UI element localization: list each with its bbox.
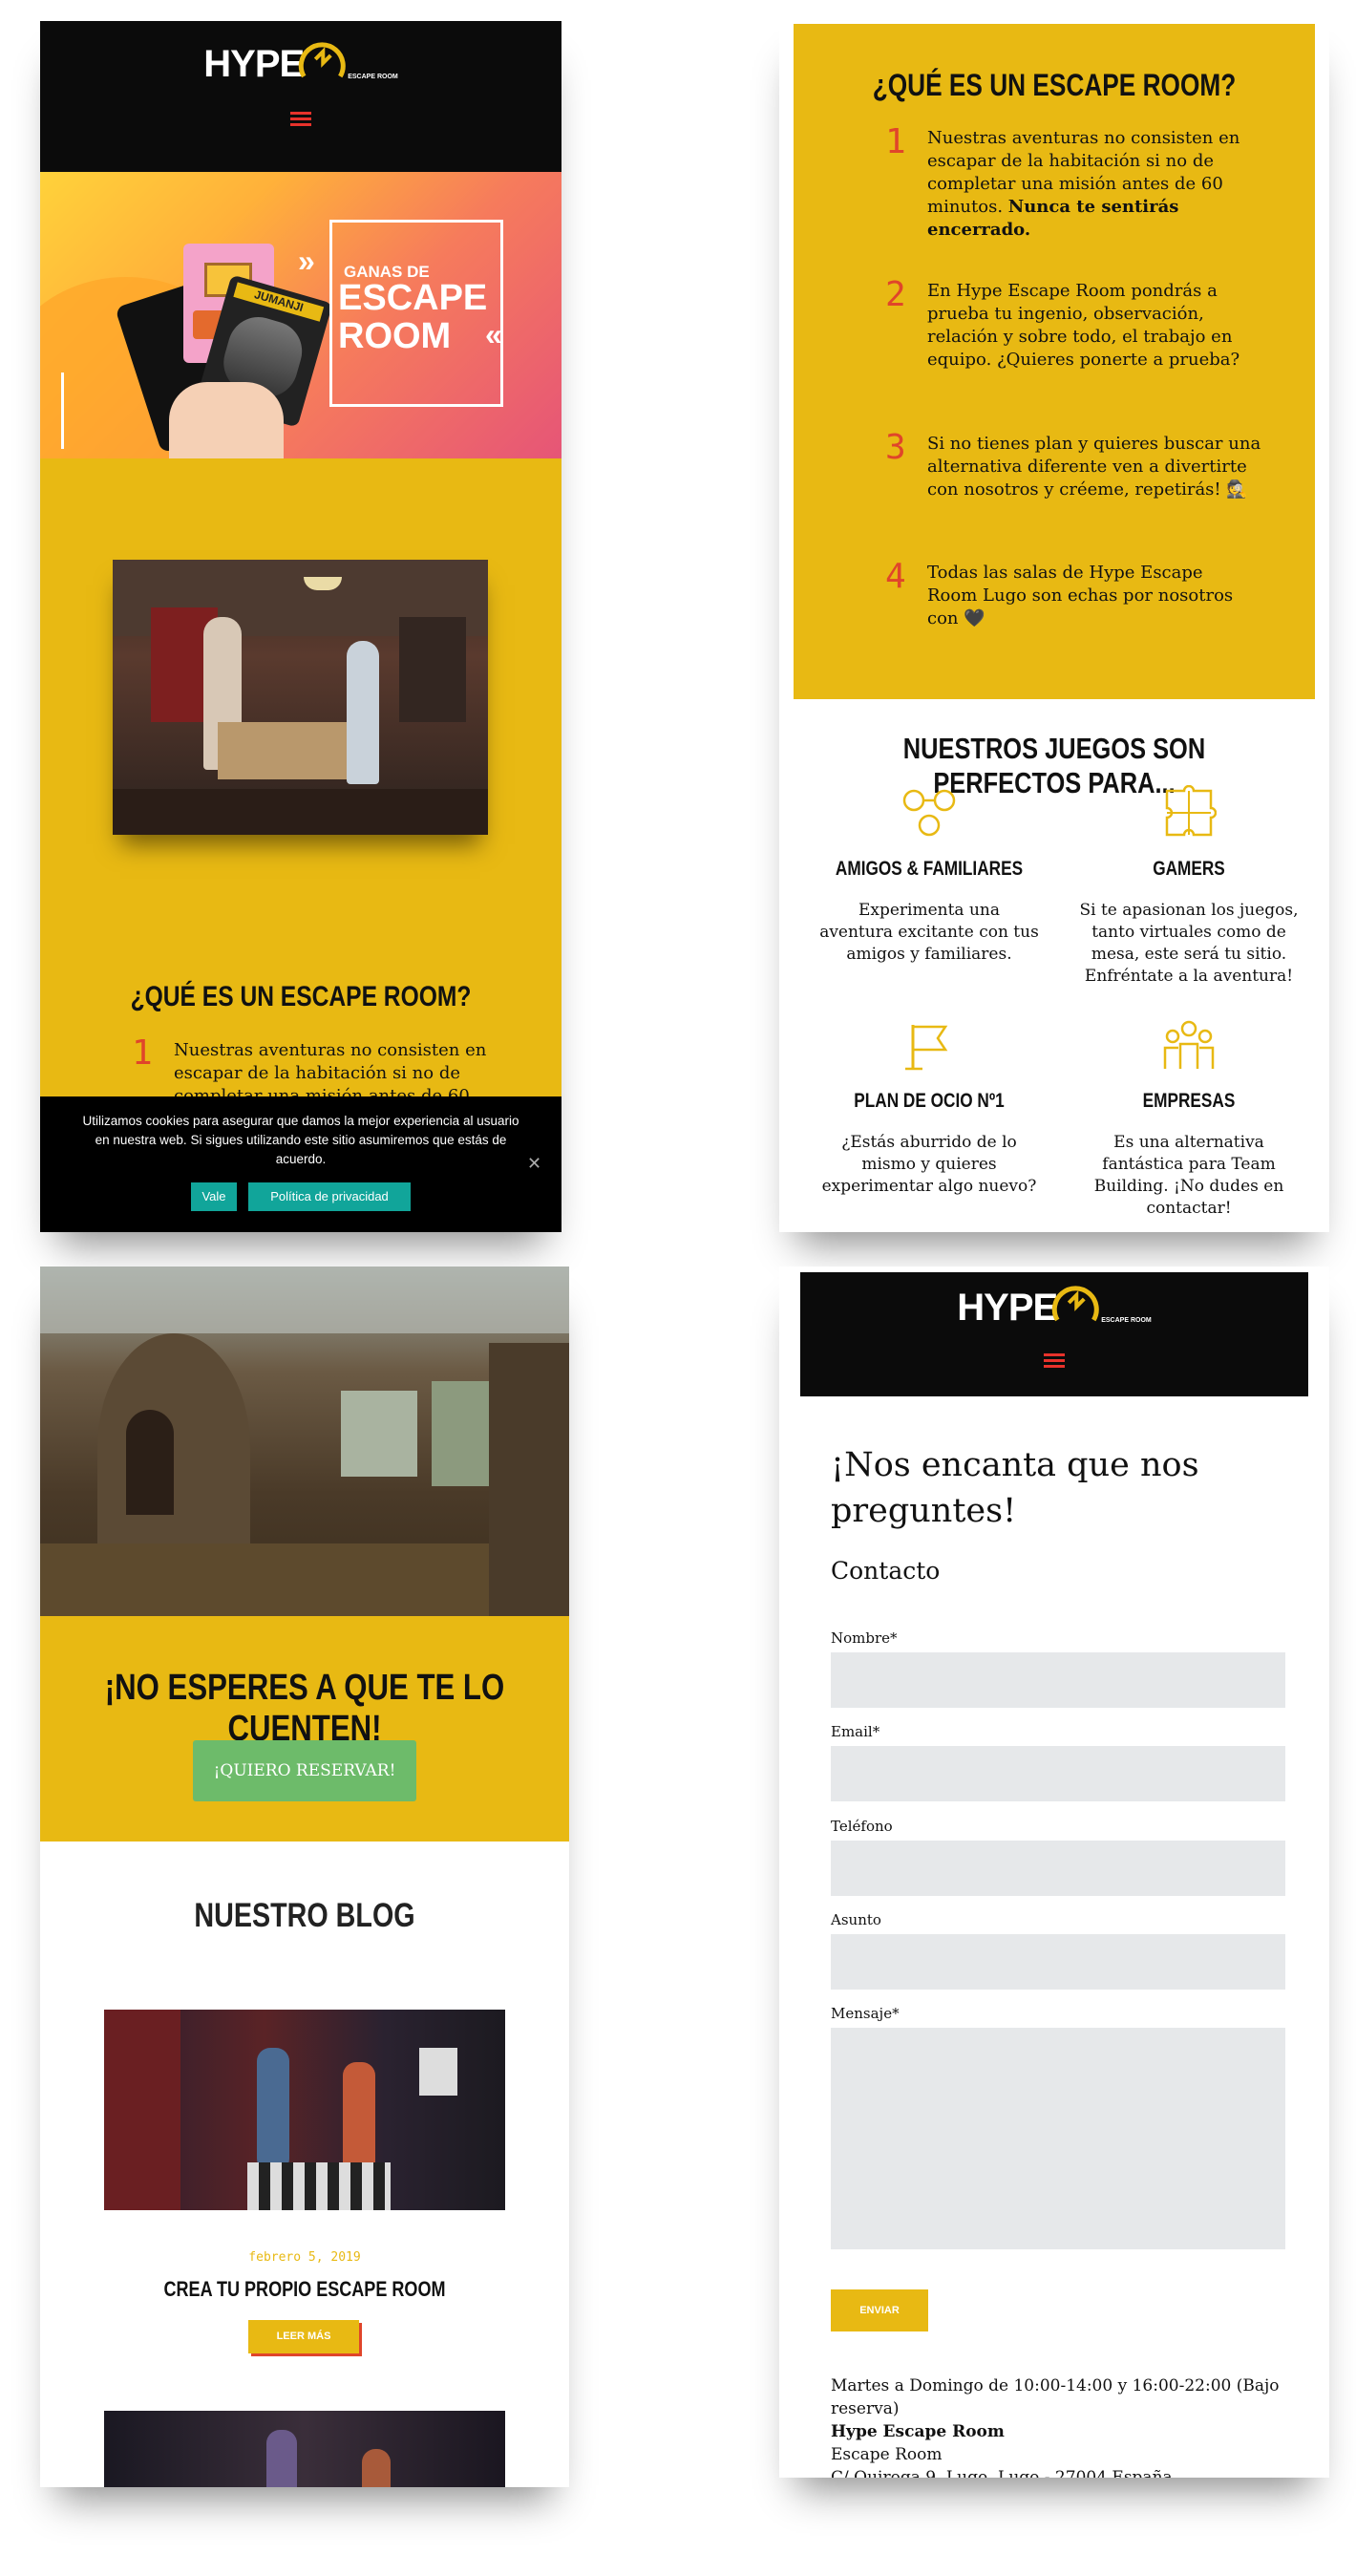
email-field[interactable] [831, 1746, 1285, 1801]
message-label: Mensaje* [831, 2005, 900, 2022]
contact-info: Martes a Domingo de 10:00-14:00 y 16:00-… [831, 2374, 1280, 2478]
puzzle-icon [1165, 784, 1218, 837]
step-number: 1 [885, 122, 906, 161]
message-textarea[interactable] [831, 2028, 1285, 2249]
feature-title: AMIGOS & FAMILIARES [835, 858, 1024, 880]
submit-button[interactable]: ENVIAR [831, 2289, 928, 2331]
menu-hamburger-icon[interactable] [1044, 1351, 1065, 1371]
opening-hours: Martes a Domingo de 10:00-14:00 y 16:00-… [831, 2376, 1280, 2418]
close-icon[interactable]: ✕ [527, 1154, 541, 1174]
feature-gamers: GAMERS Si te apasionan los juegos, tanto… [1060, 784, 1318, 988]
cookie-accept-button[interactable]: Vale [191, 1182, 237, 1211]
hero-chevrons-left: » [298, 244, 315, 278]
feature-title: EMPRESAS [1142, 1090, 1236, 1112]
feature-text: Es una alternativa fantástica para Team … [1093, 1133, 1284, 1218]
mobile-blog-panel: ¡NO ESPERES A QUE TE LO CUENTEN! ¡QUIERO… [40, 1267, 569, 2487]
step-number: 3 [885, 428, 906, 467]
step-text: Nuestras aventuras no consisten en escap… [927, 128, 1240, 240]
kitchen-room-photo [113, 560, 488, 835]
feature-title: PLAN DE OCIO Nº1 [854, 1090, 1005, 1112]
feature-friends: AMIGOS & FAMILIARES Experimenta una aven… [800, 785, 1058, 966]
about-section: ¿QUÉ ES UN ESCAPE ROOM? 1 Nuestras avent… [794, 24, 1315, 699]
hero-line3: ROOM [338, 316, 452, 356]
feature-companies: EMPRESAS Es una alternativa fantástica p… [1060, 1019, 1318, 1220]
flag-icon [905, 1025, 948, 1071]
site-header: HYPE ESCAPE ROOM [40, 21, 561, 172]
subject-label: Asunto [831, 1911, 881, 1928]
post-date: febrero 5, 2019 [248, 2250, 361, 2265]
subject-field[interactable] [831, 1934, 1285, 1990]
privacy-policy-button[interactable]: Política de privacidad [248, 1182, 411, 1211]
mobile-home-panel: HYPE ESCAPE ROOM JUMANJI » GANAS DE ESCA… [40, 21, 561, 1232]
address: C/ Quiroga 9, Lugo, Lugo - 27004 España [831, 2468, 1173, 2478]
menu-hamburger-icon[interactable] [290, 109, 311, 129]
cookie-banner: Utilizamos cookies para asegurar que dam… [40, 1096, 561, 1232]
site-logo[interactable]: HYPE ESCAPE ROOM [203, 38, 398, 86]
hero-line-deco [61, 373, 64, 449]
email-label: Email* [831, 1723, 880, 1740]
business-category: Escape Room [831, 2445, 943, 2464]
phone-label: Teléfono [831, 1818, 893, 1835]
cookie-text: Utilizamos cookies para asegurar que dam… [82, 1114, 519, 1166]
hero-banner[interactable]: JUMANJI » GANAS DE ESCAPE ROOM « [40, 172, 561, 458]
hero-hand [169, 382, 284, 458]
step-text: En Hype Escape Room pondrás a prueba tu … [927, 281, 1240, 370]
logo-arc-icon [1051, 1286, 1099, 1322]
blog-post-photo-2[interactable] [104, 2411, 505, 2487]
feature-leisure: PLAN DE OCIO Nº1 ¿Estás aburrido de lo m… [800, 1019, 1058, 1198]
blog-post-photo[interactable] [104, 2010, 505, 2210]
hero-chevrons-right: « [485, 317, 502, 351]
post-title[interactable]: CREA TU PROPIO ESCAPE ROOM [40, 2277, 569, 2302]
about-heading: ¿QUÉ ES UN ESCAPE ROOM? [872, 68, 1237, 102]
name-field[interactable] [831, 1652, 1285, 1708]
section-heading: ¿QUÉ ES UN ESCAPE ROOM? [130, 981, 472, 1012]
book-now-button[interactable]: ¡QUIERO RESERVAR! [193, 1740, 416, 1801]
step-number: 1 [132, 1033, 153, 1073]
blog-heading: NUESTRO BLOG [194, 1897, 415, 1934]
feature-text: Experimenta una aventura excitante con t… [819, 901, 1039, 964]
cta-heading: ¡NO ESPERES A QUE TE LO CUENTEN! [104, 1668, 505, 1749]
hero-line2: ESCAPE [338, 278, 488, 318]
step-text: Todas las salas de Hype Escape Room Lugo… [927, 563, 1234, 628]
phone-field[interactable] [831, 1841, 1285, 1896]
name-label: Nombre* [831, 1629, 898, 1647]
step-text: Si no tienes plan y quieres buscar una a… [927, 434, 1261, 500]
jungle-room-photo [40, 1267, 569, 1616]
contact-title: ¡Nos encanta que nos preguntes! [831, 1446, 1199, 1530]
step-number: 2 [885, 275, 906, 314]
feature-title: GAMERS [1153, 858, 1225, 880]
feature-text: Si te apasionan los juegos, tanto virtua… [1079, 901, 1299, 986]
company-name: Hype Escape Room [831, 2422, 1005, 2441]
read-more-button[interactable]: LEER MÁS [248, 2320, 359, 2353]
step-number: 4 [885, 557, 906, 596]
cta-section: ¡NO ESPERES A QUE TE LO CUENTEN! ¡QUIERO… [40, 1616, 569, 1842]
site-header: HYPE ESCAPE ROOM [800, 1272, 1308, 1396]
friends-icon [902, 789, 956, 837]
site-logo[interactable]: HYPE ESCAPE ROOM [957, 1282, 1152, 1330]
team-icon [1163, 1020, 1215, 1069]
mobile-contact-panel: HYPE ESCAPE ROOM ¡Nos encanta que nos pr… [779, 1267, 1329, 2478]
logo-arc-icon [298, 42, 346, 78]
contact-subtitle: Contacto [831, 1557, 941, 1585]
mobile-about-panel: ¿QUÉ ES UN ESCAPE ROOM? 1 Nuestras avent… [779, 21, 1329, 1232]
feature-text: ¿Estás aburrido de lo mismo y quieres ex… [821, 1133, 1037, 1196]
